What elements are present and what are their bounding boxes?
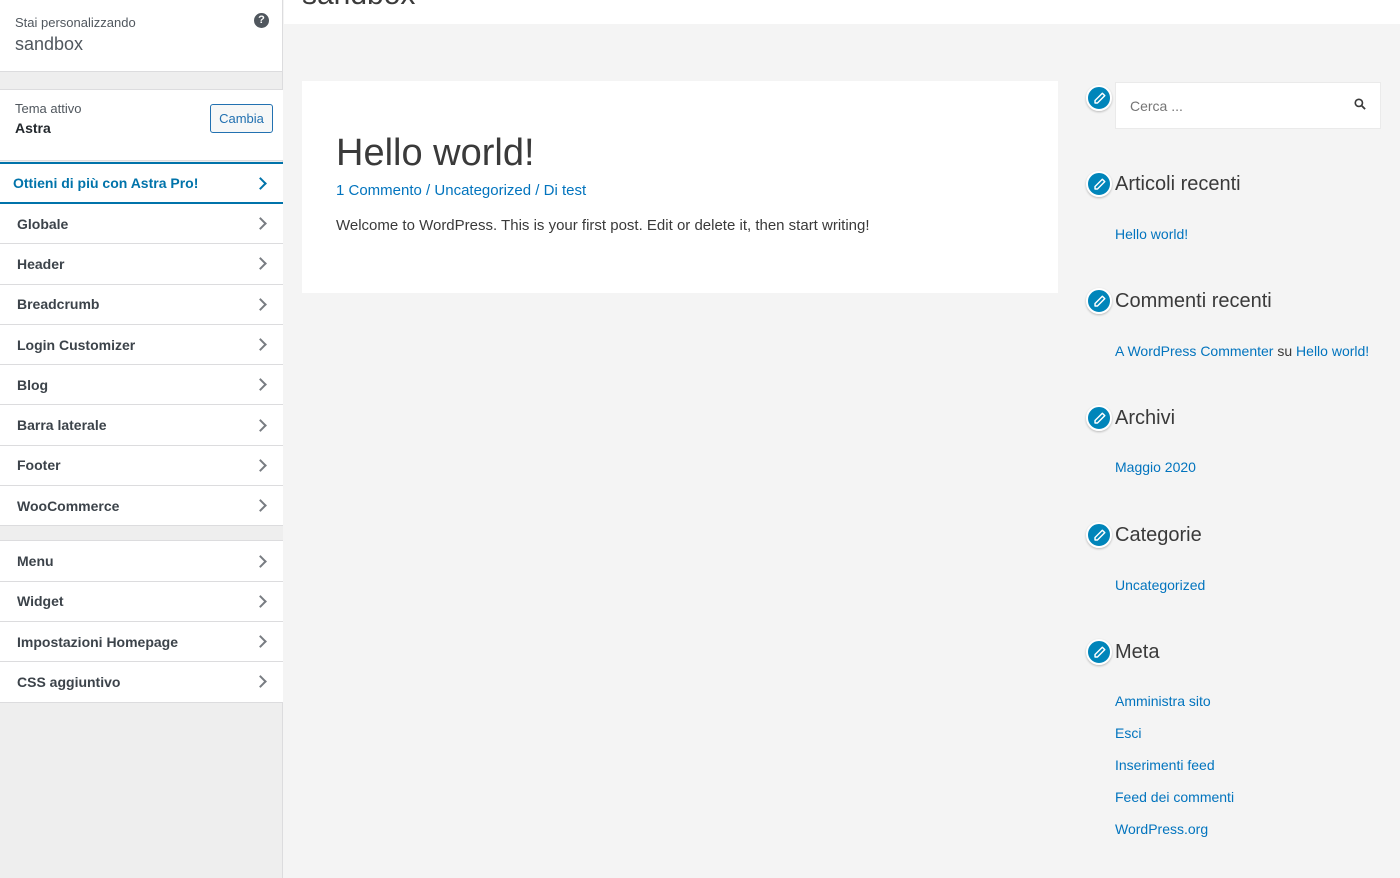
widget-title-meta: Meta (1115, 641, 1160, 663)
meta-link-logout[interactable]: Esci (1115, 725, 1141, 741)
section-barra-laterale[interactable]: Barra laterale (0, 405, 283, 446)
search-placeholder: Cerca ... (1130, 97, 1183, 114)
section-css-aggiuntivo[interactable]: CSS aggiuntivo (0, 662, 283, 703)
section-label: WooCommerce (17, 497, 120, 514)
change-theme-button[interactable]: Cambia (210, 104, 273, 133)
section-label: Breadcrumb (17, 296, 100, 313)
edit-pencil-icon[interactable] (1086, 171, 1112, 197)
section-blog[interactable]: Blog (0, 365, 283, 406)
site-header: sandbox (284, 0, 1400, 24)
widget-title-recent-comments: Commenti recenti (1115, 290, 1272, 312)
active-theme-panel: Tema attivo Astra Cambia (0, 89, 283, 161)
search-input[interactable]: Cerca ... (1115, 82, 1381, 129)
section-globale[interactable]: Globale (0, 204, 283, 245)
chevron-right-icon (254, 217, 267, 231)
comment-connector: su (1277, 343, 1293, 359)
chevron-right-icon (254, 338, 267, 351)
help-icon[interactable]: ? (254, 13, 269, 28)
archive-link[interactable]: Maggio 2020 (1115, 459, 1196, 475)
section-breadcrumb[interactable]: Breadcrumb (0, 284, 283, 325)
customizer-sections: Ottieni di più con Astra Pro! Globale He… (0, 162, 283, 703)
widget-title-categories: Categorie (1115, 524, 1202, 546)
customizer-sidebar: Stai personalizzando sandbox ? Tema atti… (0, 0, 283, 878)
meta-link-entries-feed[interactable]: Inserimenti feed (1115, 757, 1215, 773)
section-widget[interactable]: Widget (0, 581, 283, 622)
chevron-right-icon (254, 459, 267, 472)
meta-link-admin[interactable]: Amministra sito (1115, 693, 1211, 709)
section-footer[interactable]: Footer (0, 445, 283, 487)
edit-pencil-icon[interactable] (1086, 288, 1112, 314)
section-label: Impostazioni Homepage (17, 633, 179, 650)
chevron-right-icon (254, 635, 267, 648)
widget-title-recent-posts: Articoli recenti (1115, 173, 1241, 195)
meta-link-wordpress-org[interactable]: WordPress.org (1115, 821, 1208, 837)
chevron-right-icon (254, 378, 267, 392)
post-author-link[interactable]: Di test (544, 182, 587, 199)
section-label: Widget (17, 593, 64, 610)
post-card: Hello world! 1 Commento / Uncategorized … (302, 81, 1058, 293)
chevron-right-icon (254, 257, 267, 271)
chevron-right-icon (254, 297, 267, 311)
meta-link-comments-feed[interactable]: Feed dei commenti (1115, 789, 1234, 805)
post-comments-link[interactable]: 1 Commento (336, 182, 422, 199)
section-header[interactable]: Header (0, 244, 283, 285)
section-label: Header (17, 255, 65, 272)
site-name: sandbox (15, 34, 84, 54)
category-link[interactable]: Uncategorized (1115, 577, 1205, 593)
edit-pencil-icon[interactable] (1086, 405, 1112, 431)
post-meta: 1 Commento / Uncategorized / Di test (336, 182, 1024, 199)
section-label: Menu (17, 553, 54, 570)
customizer-info: Stai personalizzando sandbox ? (0, 0, 282, 72)
comment-post-link[interactable]: Hello world! (1296, 343, 1369, 359)
section-label: Footer (17, 457, 61, 474)
customizing-label: Stai personalizzando (15, 15, 136, 30)
chevron-right-icon (254, 499, 267, 513)
site-title[interactable]: sandbox (302, 0, 415, 12)
chevron-right-icon (254, 594, 267, 608)
section-label: Blog (17, 376, 49, 393)
post-category-link[interactable]: Uncategorized (434, 182, 531, 199)
recent-comment-item: A WordPress Commenter su Hello world! (1115, 343, 1369, 359)
section-label: Login Customizer (17, 336, 136, 353)
post-excerpt: Welcome to WordPress. This is your first… (336, 216, 870, 234)
meta-separator: / (531, 181, 544, 199)
section-impostazioni-homepage[interactable]: Impostazioni Homepage (0, 621, 283, 663)
section-divider (0, 526, 283, 542)
section-menu[interactable]: Menu (0, 541, 283, 582)
chevron-right-icon (254, 554, 267, 568)
section-label: CSS aggiuntivo (17, 673, 121, 690)
section-login-customizer[interactable]: Login Customizer (0, 324, 283, 366)
recent-post-link[interactable]: Hello world! (1115, 226, 1188, 242)
chevron-right-icon (254, 418, 267, 432)
edit-pencil-icon[interactable] (1086, 85, 1112, 111)
search-icon[interactable] (1354, 98, 1366, 110)
section-woocommerce[interactable]: WooCommerce (0, 486, 283, 527)
section-label: Globale (17, 215, 69, 232)
comment-author-link[interactable]: A WordPress Commenter (1115, 343, 1273, 359)
meta-separator: / (421, 181, 435, 199)
edit-pencil-icon[interactable] (1086, 522, 1112, 548)
section-label: Ottieni di più con Astra Pro! (13, 175, 199, 191)
post-title[interactable]: Hello world! (336, 132, 1024, 175)
chevron-right-icon (254, 176, 267, 190)
edit-pencil-icon[interactable] (1086, 639, 1112, 665)
section-label: Barra laterale (17, 417, 107, 434)
widget-title-archives: Archivi (1115, 407, 1176, 429)
chevron-right-icon (254, 675, 267, 689)
site-preview: sandbox Hello world! 1 Commento / Uncate… (284, 0, 1400, 878)
section-astra-pro[interactable]: Ottieni di più con Astra Pro! (0, 162, 283, 204)
